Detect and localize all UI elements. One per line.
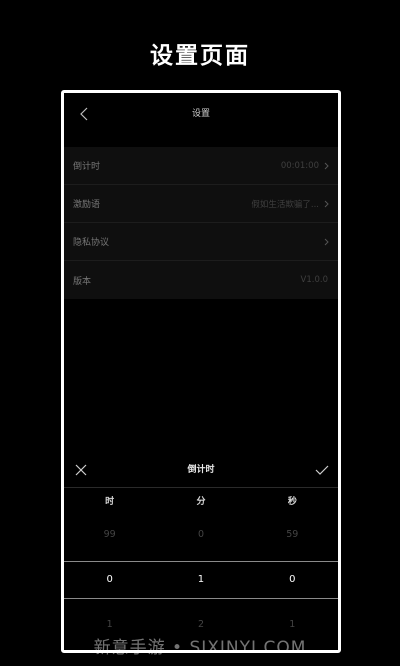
setting-label: 隐私协议 [73,238,110,248]
picker-column-seconds[interactable]: 秒 59 0 1 [247,488,338,650]
setting-label: 版本 [73,276,92,287]
picker-option[interactable]: 99 [64,529,155,540]
picker-selection-line-bottom [64,598,338,599]
column-header: 秒 [287,497,297,507]
column-header: 时 [105,497,115,507]
picker-selected-option[interactable]: 1 [155,574,246,585]
picker-columns: 时 99 0 1 分 0 1 2 秒 59 0 1 [64,488,338,650]
check-icon [315,465,329,475]
picker-selection-line-top [64,561,338,562]
setting-value: 00:01:00 [280,160,319,171]
picker-selected-option[interactable]: 0 [64,574,155,585]
picker-option[interactable]: 1 [247,619,338,630]
setting-label: 激励语 [73,200,101,210]
nav-bar: 设置 [64,93,338,135]
picker-selected-option[interactable]: 0 [247,574,338,585]
nav-title: 设置 [191,109,210,119]
setting-row-motto[interactable]: 激励语 假如生活欺骗了... [64,185,338,223]
back-button[interactable] [74,103,94,125]
setting-label: 倒计时 [73,162,101,172]
picker-option[interactable]: 2 [155,619,246,630]
settings-list: 倒计时 00:01:00 激励语 假如生活欺骗了... 隐私协议 版本 V1.0… [64,147,338,299]
setting-value: 假如生活欺骗了... [251,199,319,210]
chevron-right-icon [324,199,330,209]
picker-column-hours[interactable]: 时 99 0 1 [64,488,155,650]
close-icon [75,464,87,476]
chevron-right-icon [324,161,330,171]
watermark: 新意手游 • SIXINYI.COM [93,638,307,658]
picker-header: 倒计时 [64,453,338,488]
chevron-left-icon [80,107,88,121]
setting-row-version: 版本 V1.0.0 [64,261,338,299]
phone-frame: 设置 倒计时 00:01:00 激励语 假如生活欺骗了... 隐私协议 版本 V… [61,90,341,653]
column-header: 分 [196,497,206,507]
promo-title: 设置页面 [150,43,250,69]
picker-option[interactable]: 59 [247,529,338,540]
picker-column-minutes[interactable]: 分 0 1 2 [155,488,246,650]
setting-row-countdown[interactable]: 倒计时 00:01:00 [64,147,338,185]
setting-value: V1.0.0 [300,275,328,285]
setting-row-privacy[interactable]: 隐私协议 [64,223,338,261]
picker-title: 倒计时 [187,465,215,475]
picker-confirm-button[interactable] [314,462,330,478]
picker-option[interactable]: 1 [64,619,155,630]
picker-close-button[interactable] [73,462,89,478]
countdown-picker-sheet: 倒计时 时 99 0 1 分 0 1 2 秒 59 0 1 [64,453,338,650]
picker-option[interactable]: 0 [155,529,246,540]
chevron-right-icon [324,237,330,247]
